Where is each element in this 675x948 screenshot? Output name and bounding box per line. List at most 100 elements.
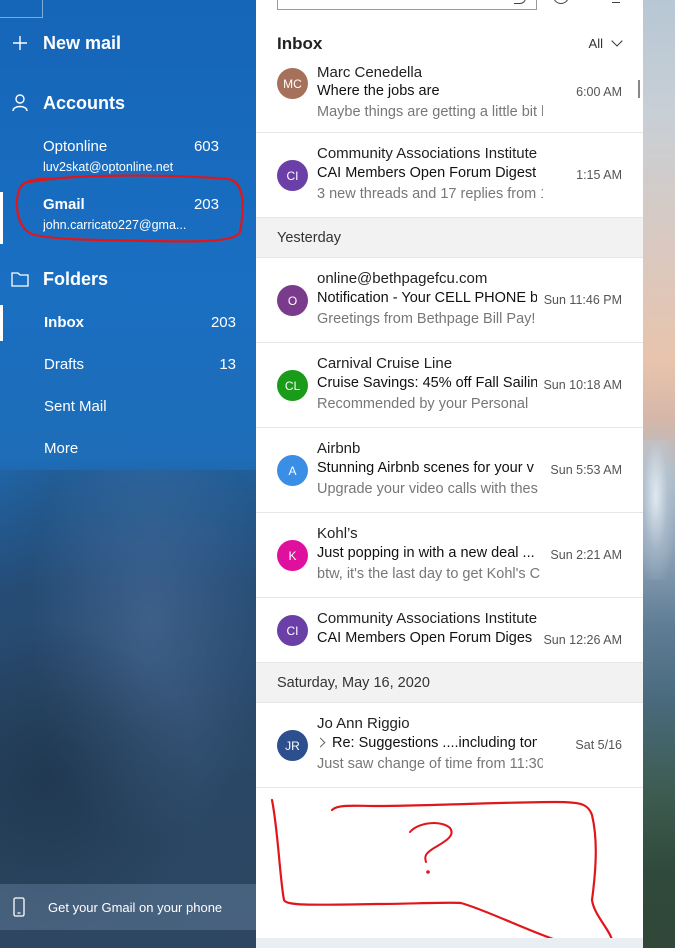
- message-sender: Kohl’s: [317, 525, 358, 542]
- folder-inbox[interactable]: Inbox 203: [0, 303, 256, 343]
- message-preview: Recommended by your Personal: [317, 396, 529, 412]
- folder-sent-mail[interactable]: Sent Mail: [0, 387, 256, 427]
- message-time: 1:15 AM: [576, 168, 622, 182]
- message-sender: Marc Cenedella: [317, 64, 423, 81]
- message-item[interactable]: CI Community Associations Institute CAI …: [256, 598, 643, 663]
- date-group-header: Saturday, May 16, 2020: [256, 663, 643, 703]
- avatar: K: [277, 540, 308, 571]
- accounts-title: Accounts: [43, 92, 126, 113]
- message-time: Sat 5/16: [575, 738, 622, 752]
- date-group-label: Yesterday: [277, 230, 341, 246]
- folder-drafts[interactable]: Drafts 13: [0, 345, 256, 385]
- message-time: Sun 12:26 AM: [543, 633, 622, 647]
- message-item[interactable]: JR Jo Ann Riggio Re: Suggestions ....inc…: [256, 703, 643, 788]
- get-gmail-label: Get your Gmail on your phone: [48, 899, 223, 915]
- navigation-pane: New mail Accounts Optonline 603 luv2skat…: [0, 0, 256, 948]
- new-mail-label: New mail: [43, 32, 122, 53]
- avatar: CL: [277, 370, 308, 401]
- message-subject: Re: Suggestions ....including tomorrow: [332, 735, 537, 751]
- person-icon: [11, 94, 29, 112]
- message-sender: Community Associations Institute: [317, 145, 538, 162]
- avatar: JR: [277, 730, 308, 761]
- filter-label: All: [588, 36, 603, 51]
- message-time: Sun 2:21 AM: [550, 548, 622, 562]
- message-time: 6:00 AM: [576, 85, 622, 99]
- message-sender: Jo Ann Riggio: [317, 715, 410, 732]
- accounts-header[interactable]: Accounts: [0, 90, 256, 116]
- message-preview: Upgrade your video calls with thes: [317, 481, 538, 497]
- message-subject: CAI Members Open Forum Diges: [317, 630, 533, 646]
- divider: [0, 17, 42, 18]
- message-sender: Carnival Cruise Line: [317, 355, 453, 372]
- message-subject: Notification - Your CELL PHONE b: [317, 290, 537, 306]
- folders-title: Folders: [43, 268, 109, 289]
- message-item[interactable]: A Airbnb Stunning Airbnb scenes for your…: [256, 428, 643, 513]
- message-time: Sun 11:46 PM: [543, 293, 622, 307]
- scrollbar[interactable]: [638, 80, 640, 98]
- folder-title: Inbox: [277, 34, 323, 53]
- folder-icon: [11, 270, 29, 288]
- message-preview: Greetings from Bethpage Bill Pay!: [317, 311, 536, 327]
- account-name: Gmail: [43, 196, 85, 213]
- message-subject: Cruise Savings: 45% off Fall Sailin: [317, 375, 537, 391]
- date-group-label: Saturday, May 16, 2020: [277, 675, 430, 691]
- message-preview: Maybe things are getting a little bit be…: [317, 104, 543, 120]
- message-subject: Stunning Airbnb scenes for your v: [317, 460, 534, 476]
- folder-more[interactable]: More: [0, 429, 256, 469]
- message-list-pane: Inbox All MC Marc Cenedella Where the jo…: [256, 0, 643, 938]
- filter-dropdown[interactable]: All: [588, 35, 623, 51]
- message-item[interactable]: MC Marc Cenedella Where the jobs are May…: [256, 64, 643, 133]
- snowy-peak: [643, 440, 675, 580]
- message-subject: CAI Members Open Forum Digest for: [317, 165, 537, 181]
- red-box-annotation: ?: [270, 798, 613, 938]
- message-time: Sun 5:53 AM: [550, 463, 622, 477]
- hamburger-area[interactable]: [0, 0, 256, 18]
- message-subject: Just popping in with a new deal ...: [317, 545, 535, 561]
- avatar: O: [277, 285, 308, 316]
- message-item[interactable]: K Kohl’s Just popping in with a new deal…: [256, 513, 643, 598]
- chevron-down-icon: [611, 35, 623, 47]
- folder-label: Inbox: [44, 314, 84, 331]
- folder-label: Sent Mail: [44, 398, 107, 415]
- get-gmail-on-phone-link[interactable]: Get your Gmail on your phone: [0, 884, 256, 930]
- desktop-background: [643, 0, 675, 948]
- new-mail-button[interactable]: New mail: [0, 30, 256, 56]
- message-preview: Just saw change of time from 11:30 to: [317, 756, 543, 772]
- search-box[interactable]: [277, 0, 537, 10]
- folders-header[interactable]: Folders: [0, 266, 256, 292]
- date-group-header: Yesterday: [256, 218, 643, 258]
- message-subject: Where the jobs are: [317, 83, 440, 99]
- avatar: MC: [277, 68, 308, 99]
- search-icon[interactable]: [514, 0, 526, 4]
- account-optonline[interactable]: Optonline 603 luv2skat@optonline.net: [0, 130, 256, 188]
- folder-count: 203: [210, 314, 236, 331]
- account-gmail[interactable]: Gmail 203 john.carricato227@gma...: [0, 188, 256, 246]
- list-header: Inbox All: [256, 18, 643, 66]
- message-item[interactable]: CL Carnival Cruise Line Cruise Savings: …: [256, 343, 643, 428]
- message-sender: Community Associations Institute: [317, 610, 538, 627]
- phone-icon: [10, 897, 28, 917]
- unread-count: 203: [193, 196, 219, 213]
- selection-mode-icon[interactable]: [612, 0, 620, 3]
- folder-label: Drafts: [44, 356, 85, 373]
- message-preview: btw, it's the last day to get Kohl's C: [317, 566, 541, 582]
- account-email: john.carricato227@gma...: [43, 218, 187, 232]
- message-item[interactable]: CI Community Associations Institute CAI …: [256, 133, 643, 218]
- unread-count: 603: [193, 138, 219, 155]
- divider: [42, 0, 43, 18]
- message-item[interactable]: O online@bethpagefcu.com Notification - …: [256, 258, 643, 343]
- sync-icon[interactable]: [553, 0, 569, 4]
- message-sender: Airbnb: [317, 440, 361, 457]
- avatar: A: [277, 455, 308, 486]
- avatar: CI: [277, 160, 308, 191]
- folder-count: 13: [219, 356, 236, 373]
- message-time: Sun 10:18 AM: [543, 378, 622, 392]
- account-name: Optonline: [43, 138, 108, 155]
- avatar: CI: [277, 615, 308, 646]
- message-preview: 3 new threads and 17 replies from 15: [317, 186, 543, 202]
- folder-label: More: [44, 440, 79, 457]
- account-email: luv2skat@optonline.net: [43, 160, 174, 174]
- message-rows: MC Marc Cenedella Where the jobs are May…: [256, 64, 643, 788]
- chevron-right-icon[interactable]: [315, 737, 326, 748]
- message-sender: online@bethpagefcu.com: [317, 270, 488, 287]
